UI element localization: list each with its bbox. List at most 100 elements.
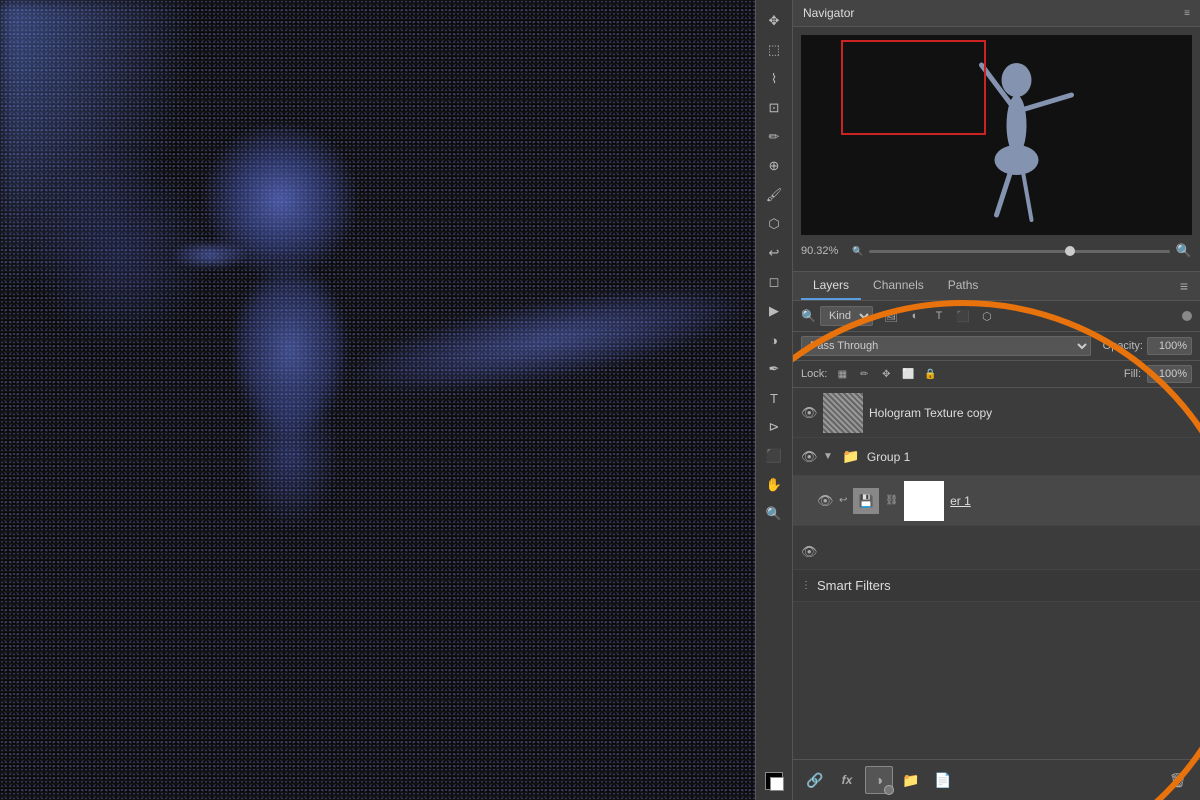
- filter-pixel-btn[interactable]: 🖼: [881, 306, 901, 326]
- group-arrow-icon: ▼: [823, 451, 833, 462]
- navigator-zoom-bar: 90.32% 🔍 🔍: [801, 239, 1192, 263]
- layer-name-group1: Group 1: [867, 450, 1192, 464]
- layer-name-layer1: er 1: [950, 494, 1192, 508]
- delete-layer-btn[interactable]: 🗑: [1164, 766, 1192, 794]
- select-tool-btn[interactable]: ⬚: [761, 37, 787, 63]
- tab-paths[interactable]: Paths: [936, 272, 991, 300]
- path-select-btn[interactable]: ⊳: [761, 414, 787, 440]
- layer-info-layer1: er 1: [950, 494, 1192, 508]
- layer-row-hologram-texture[interactable]: 👁 Hologram Texture copy: [793, 388, 1200, 438]
- tab-channels[interactable]: Channels: [861, 272, 936, 300]
- chain-icon-layer1: ⛓: [885, 495, 898, 506]
- layer-visibility-group1[interactable]: 👁: [801, 449, 817, 465]
- fx-btn[interactable]: fx: [833, 766, 861, 794]
- filter-type-btn[interactable]: T: [929, 306, 949, 326]
- filter-icons-row: 🖼 ◐ T ⬛ ⬡: [881, 306, 997, 326]
- lock-artboard-btn[interactable]: ⬜: [899, 365, 917, 383]
- heal-btn[interactable]: ⊕: [761, 153, 787, 179]
- layer-row-extra[interactable]: 👁: [793, 534, 1200, 570]
- opacity-input[interactable]: [1147, 337, 1192, 355]
- group-folder-icon: 📁: [841, 447, 861, 467]
- shape-btn[interactable]: ⬛: [761, 443, 787, 469]
- type-btn[interactable]: T: [761, 385, 787, 411]
- navigator-content: 90.32% 🔍 🔍: [793, 27, 1200, 271]
- layers-list: 👁 Hologram Texture copy 👁 ▼ 📁: [793, 388, 1200, 759]
- lock-all-btn[interactable]: 🔒: [921, 365, 939, 383]
- layers-blend-row: Pass Through Opacity:: [793, 332, 1200, 361]
- lock-pixels-btn[interactable]: ✏: [855, 365, 873, 383]
- brush-btn[interactable]: 🖌: [761, 182, 787, 208]
- layer-row-layer1[interactable]: 👁 ↩ 💾 ⛓ er 1: [793, 476, 1200, 526]
- layer-info-hologram: Hologram Texture copy: [869, 406, 1192, 420]
- move-tool-btn[interactable]: ✥: [761, 8, 787, 34]
- canvas-content[interactable]: [0, 0, 793, 800]
- filter-adjustment-btn[interactable]: ◐: [905, 306, 925, 326]
- navigator-title: Navigator: [803, 6, 854, 20]
- ps-toolbar: ✥ ⬚ ⌇ ⊡ ✏ ⊕ 🖌 ⬡ ↩ ◻ ▶ ◑ ✒ T ⊳ ⬛ ✋ 🔍: [755, 0, 793, 800]
- lock-transparent-btn[interactable]: ▦: [833, 365, 851, 383]
- layers-lock-row: Lock: ▦ ✏ ✥ ⬜ 🔒 Fill:: [793, 361, 1200, 388]
- filter-shape-btn[interactable]: ⬛: [953, 306, 973, 326]
- right-panel-wrapper: Navigator ≡: [793, 0, 1200, 800]
- layer-thumb-white-layer1: [904, 481, 944, 521]
- layer-info-group1: Group 1: [867, 450, 1192, 464]
- lasso-tool-btn[interactable]: ⌇: [761, 66, 787, 92]
- layers-bottom-toolbar: 🔗 fx ◑ 📁 📄 🗑: [793, 759, 1200, 800]
- zoom-slider-track[interactable]: [869, 250, 1170, 253]
- link-icon-layer1: ↩: [839, 495, 847, 506]
- glow-lower-body: [240, 380, 340, 530]
- glow-arm-right: [336, 264, 764, 416]
- fill-label: Fill:: [1124, 368, 1141, 380]
- navigator-section: Navigator ≡: [793, 0, 1200, 272]
- smart-filter-indent: ⋮: [801, 580, 811, 591]
- layers-filter-row: 🔍 Kind 🖼 ◐ T ⬛ ⬡: [793, 301, 1200, 332]
- zoom-small-icon: 🔍: [852, 246, 863, 257]
- filter-smart-btn[interactable]: ⬡: [977, 306, 997, 326]
- filter-search-icon: 🔍: [801, 309, 816, 323]
- layer-thumbnail-hologram: [823, 393, 863, 433]
- fg-bg-colors[interactable]: [765, 772, 783, 792]
- adjustment-icon: ◑: [875, 772, 883, 788]
- layer-visibility-extra[interactable]: 👁: [801, 544, 817, 560]
- smart-filters-label: Smart Filters: [817, 578, 891, 593]
- blend-mode-select[interactable]: Pass Through: [801, 336, 1091, 356]
- nav-dancer-svg: [801, 35, 1192, 235]
- link-layers-btn[interactable]: 🔗: [801, 766, 829, 794]
- layers-tabs: Layers Channels Paths ≡: [793, 272, 1200, 301]
- new-fill-layer-btn[interactable]: ◑: [865, 766, 893, 794]
- smart-filters-row: ⋮ Smart Filters: [793, 570, 1200, 602]
- hand-btn[interactable]: ✋: [761, 472, 787, 498]
- layers-panel-menu[interactable]: ≡: [1176, 272, 1192, 300]
- layer-name-hologram: Hologram Texture copy: [869, 406, 1192, 420]
- eyedropper-btn[interactable]: ✏: [761, 124, 787, 150]
- filter-toggle-dot[interactable]: [1182, 311, 1192, 321]
- crop-tool-btn[interactable]: ⊡: [761, 95, 787, 121]
- new-layer-btn[interactable]: 📄: [929, 766, 957, 794]
- dodge-btn[interactable]: ◑: [761, 327, 787, 353]
- zoom-btn[interactable]: 🔍: [761, 501, 787, 527]
- navigator-collapse-btn[interactable]: ≡: [1184, 8, 1190, 19]
- layer-thumb-gray: [823, 393, 863, 433]
- stamp-btn[interactable]: ⬡: [761, 211, 787, 237]
- gradient-btn[interactable]: ▶: [761, 298, 787, 324]
- fill-input[interactable]: [1147, 365, 1192, 383]
- figure-overlay: [0, 0, 793, 800]
- nav-dancer-bg: [801, 35, 1192, 235]
- layer-visibility-hologram[interactable]: 👁: [801, 405, 817, 421]
- zoom-percent-label: 90.32%: [801, 245, 846, 257]
- layers-panel: Layers Channels Paths ≡ 🔍 Kind: [793, 272, 1200, 800]
- canvas-area: [0, 0, 793, 800]
- layer-visibility-layer1[interactable]: 👁: [817, 493, 833, 509]
- tab-layers[interactable]: Layers: [801, 272, 861, 300]
- pen-btn[interactable]: ✒: [761, 356, 787, 382]
- zoom-slider-thumb[interactable]: [1065, 246, 1075, 256]
- layer-row-group1[interactable]: 👁 ▼ 📁 Group 1: [793, 438, 1200, 476]
- lock-position-btn[interactable]: ✥: [877, 365, 895, 383]
- navigator-preview[interactable]: [801, 35, 1192, 235]
- opacity-label: Opacity:: [1103, 340, 1143, 352]
- filter-kind-select[interactable]: Kind: [820, 306, 873, 326]
- glow-upper-left: [30, 150, 210, 350]
- new-group-btn[interactable]: 📁: [897, 766, 925, 794]
- eraser-btn[interactable]: ◻: [761, 269, 787, 295]
- history-btn[interactable]: ↩: [761, 240, 787, 266]
